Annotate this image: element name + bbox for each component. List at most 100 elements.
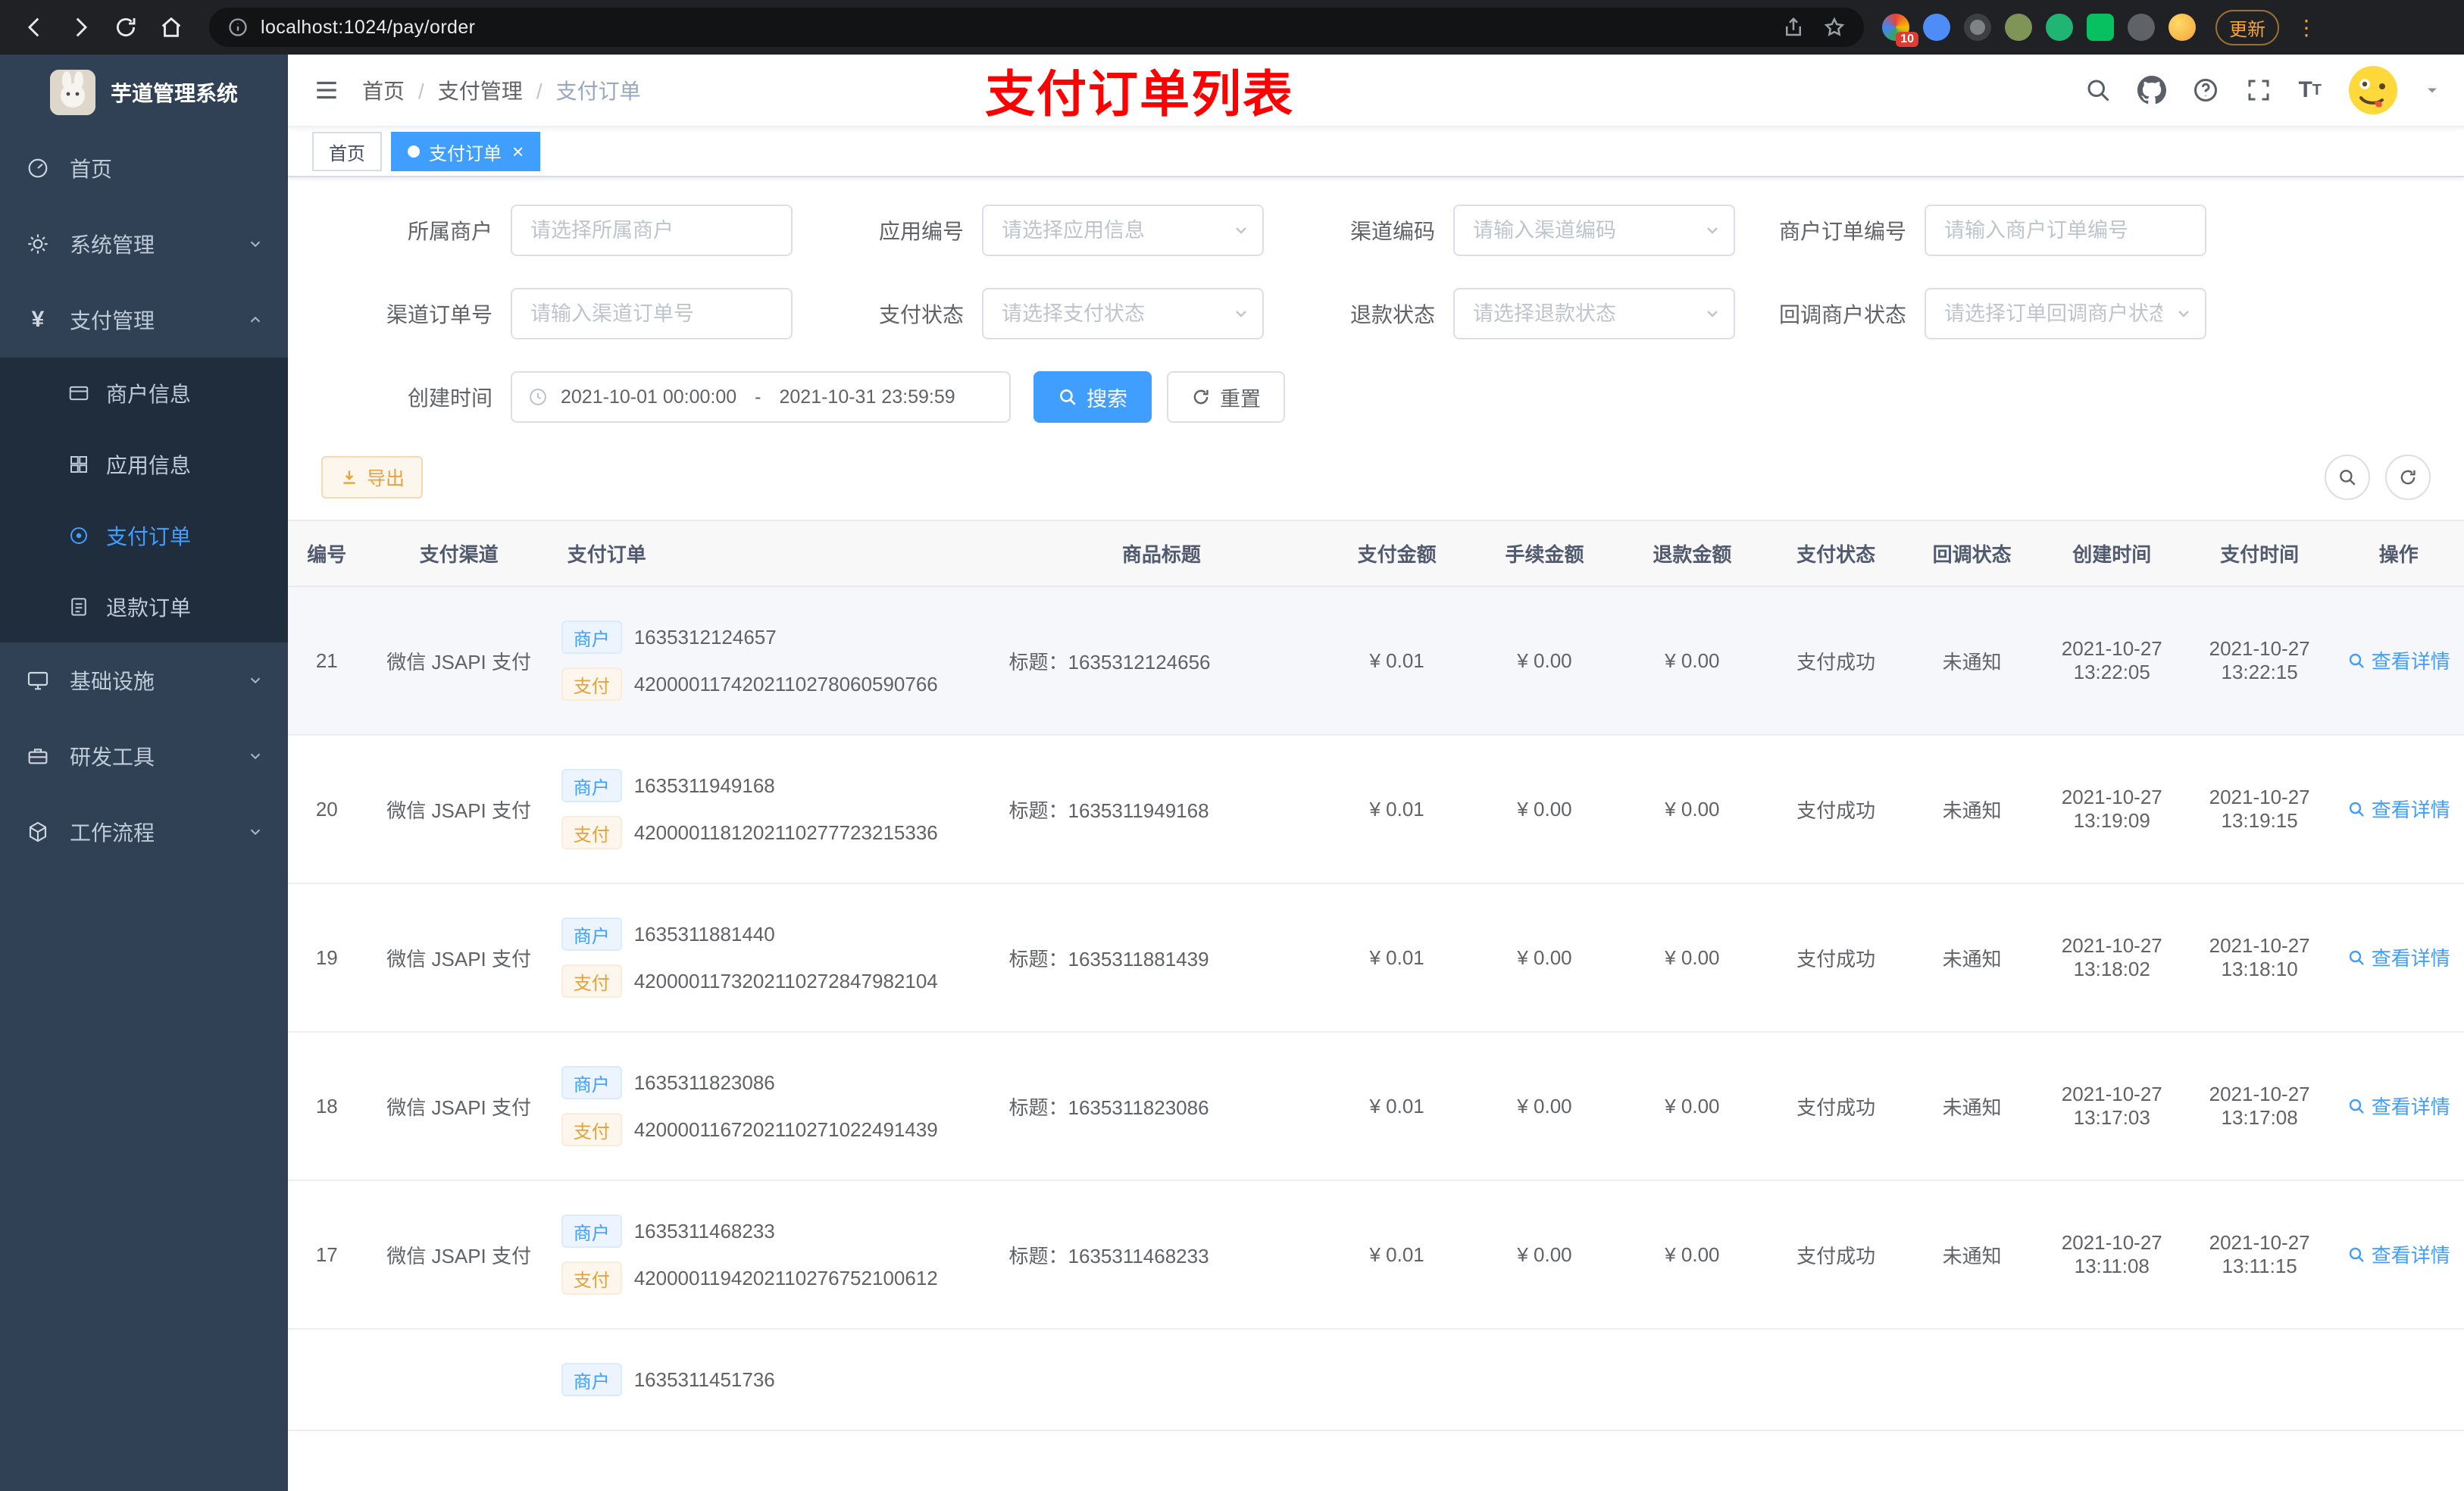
extension-gray-icon[interactable] <box>1964 14 1991 41</box>
view-detail-link[interactable]: 查看详情 <box>2347 943 2450 971</box>
pay-status-select[interactable] <box>982 288 1264 339</box>
toggle-search-button[interactable] <box>2325 455 2370 500</box>
extension-olive-icon[interactable] <box>2005 14 2032 41</box>
cell-pay-status: 支付成功 <box>1765 586 1906 736</box>
app-logo[interactable]: 芋道管理系统 <box>0 55 288 130</box>
browser-menu-icon[interactable]: ⋮ <box>2296 15 2317 40</box>
pay-order-line: 支付 4200001167202110271022491439 <box>561 1113 991 1146</box>
breadcrumb-payment[interactable]: 支付管理 <box>438 75 556 105</box>
browser-update-button[interactable]: 更新 <box>2215 9 2279 45</box>
pay-tag: 支付 <box>561 1113 622 1146</box>
address-bar[interactable]: localhost:1024/pay/order <box>209 8 1864 47</box>
cell-channel: 微信 JSAPI 支付 <box>365 1032 552 1181</box>
refresh-button[interactable] <box>2385 455 2431 500</box>
cell-action: 查看详情 <box>2333 883 2464 1033</box>
cell-pay-status: 支付成功 <box>1765 1032 1906 1181</box>
filter-pay-status: 支付状态 <box>808 288 1279 339</box>
view-detail-link[interactable]: 查看详情 <box>2347 1092 2450 1120</box>
sidebar-item-system[interactable]: 系统管理 <box>0 206 288 282</box>
share-icon[interactable] <box>1782 16 1805 39</box>
browser-reload-button[interactable] <box>106 8 145 47</box>
channel-order-no-input[interactable] <box>511 288 793 339</box>
cell-action: 查看详情 <box>2333 1329 2464 1431</box>
sidebar-item-home[interactable]: 首页 <box>0 130 288 206</box>
target-icon <box>67 524 91 547</box>
search-button[interactable]: 搜索 <box>1033 371 1152 423</box>
cell-pay-order: 商户 1635311468233 支付 42000011942021102767… <box>552 1180 1000 1330</box>
reset-button[interactable]: 重置 <box>1167 371 1285 423</box>
cell-notify-status: 未通知 <box>1906 586 2038 736</box>
browser-forward-button[interactable] <box>61 8 100 47</box>
col-channel: 支付渠道 <box>365 520 552 587</box>
cell-id: 21 <box>288 586 366 736</box>
merchant-order-no-input[interactable] <box>1925 205 2206 256</box>
sidebar-item-payment[interactable]: ¥ 支付管理 <box>0 282 288 358</box>
monitor-icon <box>24 668 52 692</box>
extension-chat-icon[interactable] <box>2087 14 2114 41</box>
col-pay-time: 支付时间 <box>2185 520 2334 587</box>
sidebar-item-app-info[interactable]: 应用信息 <box>0 429 288 500</box>
sidebar-item-pay-order[interactable]: 支付订单 <box>0 500 288 571</box>
site-info-icon[interactable] <box>227 17 249 38</box>
cell-pay-status: 支付成功 <box>1765 883 1906 1033</box>
extension-pin-icon[interactable] <box>2128 14 2155 41</box>
avatar-caret-icon[interactable] <box>2425 83 2440 98</box>
sidebar-item-dev-tools[interactable]: 研发工具 <box>0 718 288 794</box>
extension-blue-icon[interactable] <box>1923 14 1950 41</box>
close-icon[interactable]: × <box>512 142 524 161</box>
font-size-icon[interactable]: TT <box>2298 79 2322 102</box>
cell-channel: 微信 JSAPI 支付 <box>365 1180 552 1330</box>
bookmark-star-icon[interactable] <box>1823 16 1846 39</box>
create-time-range-picker[interactable]: 2021-10-01 00:00:00 - 2021-10-31 23:59:5… <box>511 371 1011 423</box>
pay-order-line: 支付 4200001174202110278060590766 <box>561 667 991 701</box>
sidebar-item-merchant-info[interactable]: 商户信息 <box>0 358 288 429</box>
fullscreen-icon[interactable] <box>2245 77 2272 104</box>
cell-id: 19 <box>288 883 366 1033</box>
cell-pay-order: 商户 1635311451736 支付 <box>552 1329 1000 1431</box>
app-id-select[interactable] <box>982 205 1264 256</box>
chevron-down-icon <box>247 672 264 689</box>
channel-code-select[interactable] <box>1453 205 1735 256</box>
cell-pay-order: 商户 1635311949168 支付 42000011812021102777… <box>552 735 1000 884</box>
cell-amount: ¥ 0.01 <box>1323 735 1471 884</box>
sidebar-toggle-icon[interactable] <box>312 76 341 105</box>
tab-pay-order[interactable]: 支付订单 × <box>391 132 541 171</box>
help-icon[interactable] <box>2192 77 2219 104</box>
cell-pay-time: 2021-10-27 13:19:15 <box>2185 735 2334 884</box>
cell-fee: ¥ 0.00 <box>1471 1032 1618 1181</box>
pay-tag: 支付 <box>561 964 622 998</box>
table-row: 19 微信 JSAPI 支付 商户 1635311881440 支付 42000… <box>288 883 2464 1033</box>
tab-home[interactable]: 首页 <box>312 132 382 171</box>
cell-fee: ¥ 0.00 <box>1471 883 1618 1033</box>
extension-green-check-icon[interactable] <box>2046 14 2073 41</box>
merchant-input[interactable] <box>511 205 793 256</box>
merchant-order-line: 商户 1635311468233 <box>561 1214 991 1248</box>
view-detail-link[interactable]: 查看详情 <box>2347 1240 2450 1268</box>
pay-order-line: 支付 4200001194202110276752100612 <box>561 1261 991 1295</box>
sidebar-item-workflow[interactable]: 工作流程 <box>0 794 288 870</box>
browser-chrome: localhost:1024/pay/order 10 更新 ⋮ <box>0 0 2464 55</box>
cell-action: 查看详情 <box>2333 1180 2464 1330</box>
github-icon[interactable] <box>2137 76 2167 105</box>
browser-back-button[interactable] <box>15 8 55 47</box>
sidebar-item-infra[interactable]: 基础设施 <box>0 642 288 718</box>
annotation-title: 支付订单列表 <box>985 66 1294 122</box>
cell-amount: ¥ 0.01 <box>1323 1180 1471 1330</box>
breadcrumb-home[interactable]: 首页 <box>362 75 438 105</box>
profile-avatar-icon[interactable] <box>2169 14 2196 41</box>
callback-status-select[interactable] <box>1925 288 2206 339</box>
user-avatar[interactable] <box>2347 64 2399 116</box>
extension-colorful-icon[interactable]: 10 <box>1882 14 1918 47</box>
browser-home-button[interactable] <box>152 8 191 47</box>
view-detail-link[interactable]: 查看详情 <box>2347 795 2450 823</box>
order-table-body: 21 微信 JSAPI 支付 商户 1635312124657 支付 42000… <box>288 586 2464 1431</box>
refund-status-select[interactable] <box>1453 288 1735 339</box>
sidebar-item-refund-order[interactable]: 退款订单 <box>0 571 288 642</box>
export-button[interactable]: 导出 <box>321 456 424 499</box>
cell-title: 标题：1635311468233 <box>999 1180 1324 1330</box>
sidebar-menu: 首页 系统管理 ¥ 支付管理 商户信息 应用信息 支付订单 退款订单 基础设施 … <box>0 130 288 870</box>
cell-fee: ¥ 0.00 <box>1471 586 1618 736</box>
search-icon[interactable] <box>2084 77 2112 104</box>
breadcrumb-current: 支付订单 <box>555 80 641 103</box>
view-detail-link[interactable]: 查看详情 <box>2347 646 2450 674</box>
